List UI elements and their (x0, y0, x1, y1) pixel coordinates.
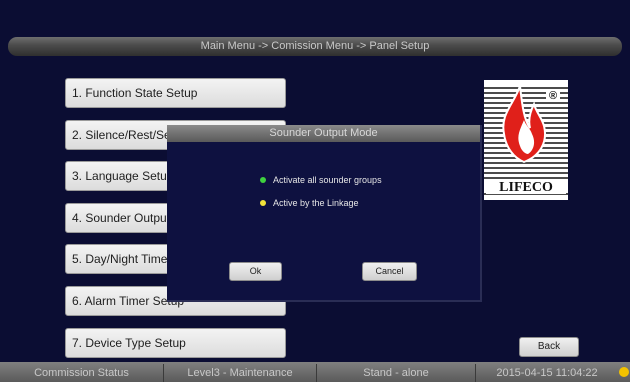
status-indicator-icon (619, 367, 629, 377)
datetime-display: 2015-04-15 11:04:22 (496, 367, 598, 379)
status-bar: Commission Status Level3 - Maintenance S… (0, 362, 630, 382)
menu-item-function-state-setup[interactable]: 1. Function State Setup (65, 78, 286, 108)
menu-item-device-type-setup[interactable]: 7. Device Type Setup (65, 328, 286, 358)
option-label: Activate all sounder groups (273, 175, 382, 185)
sounder-output-mode-dialog: Sounder Output Mode Activate all sounder… (167, 125, 482, 302)
yellow-dot-icon (260, 199, 266, 206)
lifeco-logo: LIFECO ® (484, 80, 568, 200)
commission-status: Commission Status (0, 364, 164, 382)
green-dot-icon (260, 176, 266, 183)
lifeco-brand-text: LIFECO (499, 180, 553, 195)
option-activate-all-sounder-groups[interactable]: Activate all sounder groups (260, 173, 382, 187)
back-button[interactable]: Back (519, 337, 579, 357)
network-mode: Stand - alone (317, 364, 476, 382)
panel-screen: Main Menu -> Comission Menu -> Panel Set… (0, 0, 630, 382)
dialog-title: Sounder Output Mode (167, 125, 480, 142)
ok-button[interactable]: Ok (229, 262, 282, 281)
registered-mark: ® (549, 90, 557, 102)
breadcrumb: Main Menu -> Comission Menu -> Panel Set… (8, 37, 622, 56)
access-level: Level3 - Maintenance (164, 364, 317, 382)
cancel-button[interactable]: Cancel (362, 262, 417, 281)
lifeco-logo-graphic: LIFECO ® (484, 85, 568, 195)
option-label: Active by the Linkage (273, 198, 359, 208)
option-active-by-linkage[interactable]: Active by the Linkage (260, 196, 359, 210)
